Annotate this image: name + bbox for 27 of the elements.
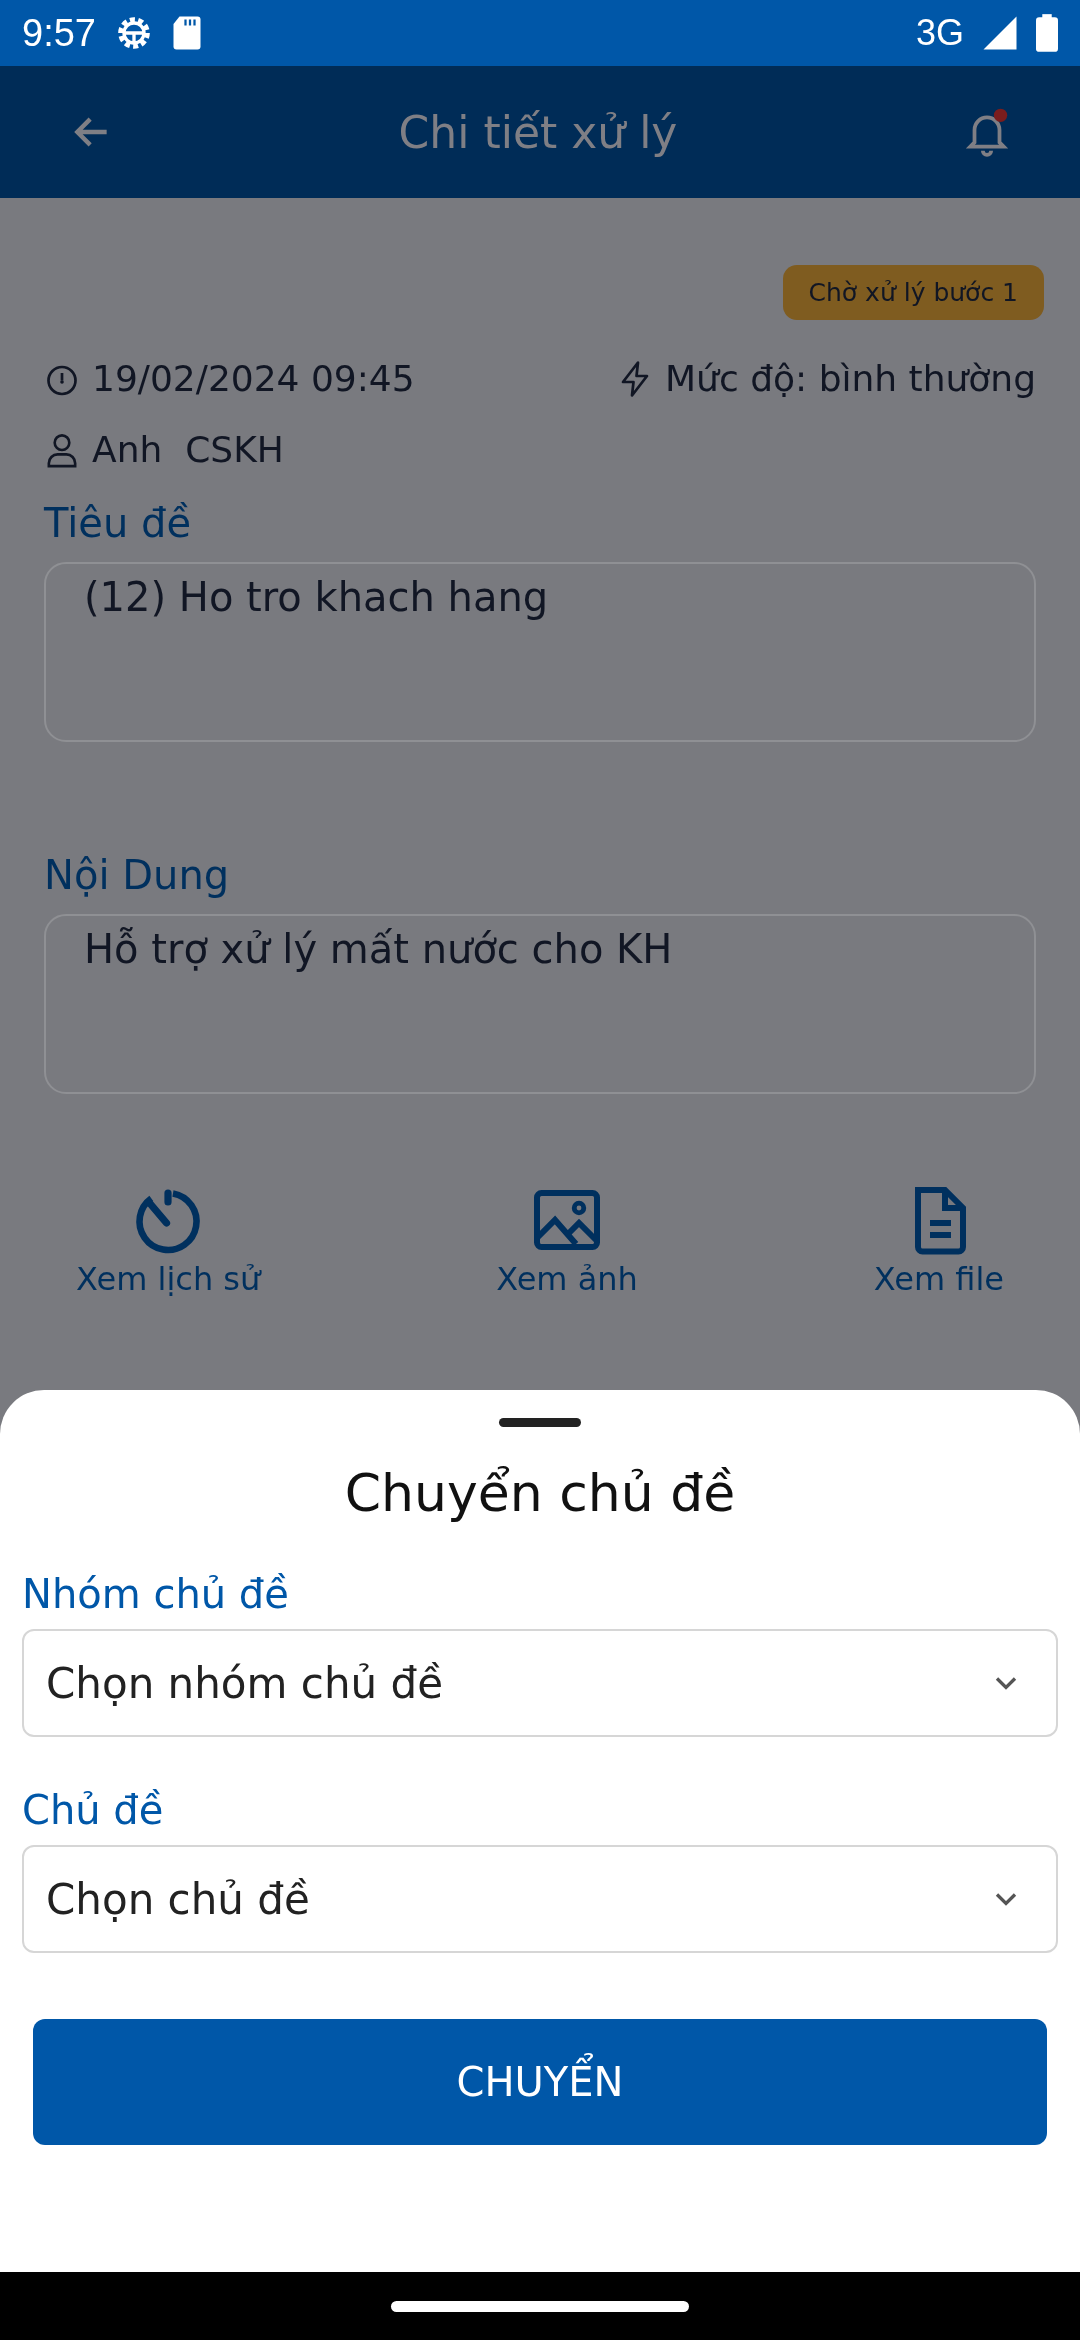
status-badge: Chờ xử lý bước 1 — [782, 265, 1044, 320]
sd-card-icon — [171, 15, 202, 51]
action-button[interactable]: Xem lịch sử — [76, 1184, 261, 1298]
text-field[interactable]: (12) Ho tro khach hang — [44, 562, 1036, 742]
date-time: 19/02/2024 09:45 — [92, 358, 415, 399]
text-field[interactable]: Hỗ trợ xử lý mất nước cho KH — [44, 914, 1036, 1094]
sheet-title: Chuyển chủ đề — [343, 1463, 737, 1523]
priority-level: Mức độ: bình thường — [665, 358, 1036, 399]
dropdown-field[interactable]: Chọn nhóm chủ đề — [22, 1629, 1058, 1737]
field-label: Nội Dung — [44, 852, 231, 898]
action-button[interactable]: Xem file — [873, 1184, 1004, 1298]
field-value: (12) Ho tro khach hang — [84, 574, 549, 620]
network-type: 3G — [915, 12, 964, 54]
home-handle[interactable] — [391, 2300, 689, 2312]
screen-title: Chi tiết xử lý — [398, 106, 678, 158]
field-value: Hỗ trợ xử lý mất nước cho KH — [84, 926, 673, 972]
person-name: Anh CSKH — [92, 429, 284, 470]
field-label: Tiêu đề — [44, 500, 192, 546]
battery-icon — [1036, 14, 1058, 52]
transfer-button[interactable]: CHUYỂN — [33, 2019, 1047, 2145]
dropdown-label: Chủ đề — [22, 1787, 165, 1833]
action-button[interactable]: Xem ảnh — [496, 1184, 638, 1298]
dropdown-label: Nhóm chủ đề — [22, 1571, 290, 1617]
dropdown-field[interactable]: Chọn chủ đề — [22, 1845, 1058, 1953]
signal-icon — [982, 15, 1018, 51]
status-time: 9:57 — [22, 11, 96, 55]
drag-handle[interactable] — [499, 1418, 581, 1427]
